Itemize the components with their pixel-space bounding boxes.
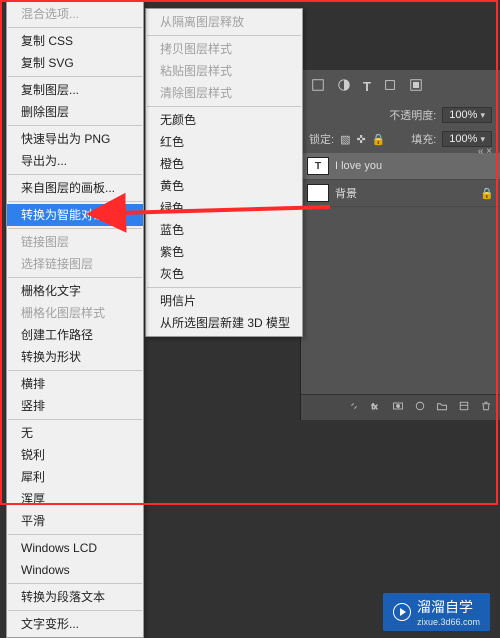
menu-item[interactable]: Windows LCD xyxy=(7,537,143,559)
menu-item[interactable]: 灰色 xyxy=(146,263,302,285)
menu-separator xyxy=(8,76,142,77)
menu-item[interactable]: 黄色 xyxy=(146,175,302,197)
menu-item[interactable]: 红色 xyxy=(146,131,302,153)
lock-label: 锁定: xyxy=(309,131,334,147)
menu-item[interactable]: Windows xyxy=(7,559,143,581)
layer-thumb-text-icon: T xyxy=(307,157,329,175)
menu-item[interactable]: 转换为段落文本 xyxy=(7,586,143,608)
lock-all-icon[interactable]: ▧ xyxy=(340,133,350,146)
menu-item[interactable]: 明信片 xyxy=(146,290,302,312)
menu-separator xyxy=(8,277,142,278)
layer-style-icon[interactable]: fx xyxy=(370,400,382,415)
layers-panel: « × T 不透明度: 100% ▾ 锁定: ▧ ✜ 🔒 填充: 100% ▾ … xyxy=(300,70,500,420)
menu-item[interactable]: 橙色 xyxy=(146,153,302,175)
group-icon[interactable] xyxy=(436,400,448,415)
menu-item: 栅格化图层样式 xyxy=(7,302,143,324)
opacity-input[interactable]: 100% ▾ xyxy=(442,107,492,123)
menu-item: 从隔离图层释放 xyxy=(146,11,302,33)
menu-item[interactable]: 删除图层 xyxy=(7,101,143,123)
menu-item: 清除图层样式 xyxy=(146,82,302,104)
menu-item: 混合选项... xyxy=(7,3,143,25)
delete-layer-icon[interactable] xyxy=(480,400,492,415)
adjustment-layer-icon[interactable] xyxy=(414,400,426,415)
layer-thumb-icon xyxy=(307,184,329,202)
fill-row: 锁定: ▧ ✜ 🔒 填充: 100% ▾ xyxy=(301,127,500,151)
menu-separator xyxy=(8,228,142,229)
menu-separator xyxy=(8,419,142,420)
menu-item[interactable]: 转换为智能对象 xyxy=(7,204,143,226)
watermark-text: 溜溜自学 xyxy=(417,599,473,615)
menu-item[interactable]: 绿色 xyxy=(146,197,302,219)
link-layers-icon[interactable] xyxy=(348,400,360,415)
menu-item[interactable]: 文字变形... xyxy=(7,613,143,635)
opacity-label: 不透明度: xyxy=(389,107,436,123)
lock-indicator-icon: 🔒 xyxy=(480,187,494,200)
filter-pixel-icon[interactable] xyxy=(311,78,325,95)
watermark: 溜溜自学 zixue.3d66.com xyxy=(383,593,490,631)
menu-item[interactable]: 复制 CSS xyxy=(7,30,143,52)
menu-item[interactable]: 平滑 xyxy=(7,510,143,532)
layer-row[interactable]: T I love you xyxy=(301,153,500,180)
menu-item: 选择链接图层 xyxy=(7,253,143,275)
menu-separator xyxy=(147,35,301,36)
menu-item[interactable]: 创建工作路径 xyxy=(7,324,143,346)
menu-separator xyxy=(147,287,301,288)
layer-name: 背景 xyxy=(335,185,357,201)
filter-adjust-icon[interactable] xyxy=(337,78,351,95)
menu-item[interactable]: 复制 SVG xyxy=(7,52,143,74)
menu-item[interactable]: 蓝色 xyxy=(146,219,302,241)
menu-separator xyxy=(8,610,142,611)
new-layer-icon[interactable] xyxy=(458,400,470,415)
menu-separator xyxy=(147,106,301,107)
filter-text-icon[interactable]: T xyxy=(363,79,371,94)
menu-item[interactable]: 横排 xyxy=(7,373,143,395)
layer-mask-icon[interactable] xyxy=(392,400,404,415)
menu-item: 链接图层 xyxy=(7,231,143,253)
menu-item[interactable]: 导出为... xyxy=(7,150,143,172)
menu-separator xyxy=(8,534,142,535)
menu-separator xyxy=(8,27,142,28)
layer-filter-toolbar: T xyxy=(301,70,500,103)
menu-item[interactable]: 来自图层的画板... xyxy=(7,177,143,199)
menu-item: 粘贴图层样式 xyxy=(146,60,302,82)
lock-icon[interactable]: 🔒 xyxy=(372,133,386,146)
layers-panel-footer: fx xyxy=(301,394,500,420)
filter-smart-icon[interactable] xyxy=(409,78,423,95)
context-menu: 混合选项... 复制 CSS复制 SVG 复制图层...删除图层快速导出为 PNG导… xyxy=(6,0,144,638)
menu-item[interactable]: 锐利 xyxy=(7,444,143,466)
menu-item[interactable]: 复制图层... xyxy=(7,79,143,101)
filter-shape-icon[interactable] xyxy=(383,78,397,95)
menu-separator xyxy=(8,174,142,175)
watermark-url: zixue.3d66.com xyxy=(417,617,480,627)
menu-item[interactable]: 竖排 xyxy=(7,395,143,417)
fill-label: 填充: xyxy=(411,131,436,147)
menu-item[interactable]: 无颜色 xyxy=(146,109,302,131)
menu-item: 拷贝图层样式 xyxy=(146,38,302,60)
lock-position-icon[interactable]: ✜ xyxy=(356,133,365,146)
fill-input[interactable]: 100% ▾ xyxy=(442,131,492,147)
menu-item[interactable]: 转换为形状 xyxy=(7,346,143,368)
menu-item[interactable]: 犀利 xyxy=(7,466,143,488)
play-icon xyxy=(393,603,411,621)
menu-item[interactable]: 无 xyxy=(7,422,143,444)
menu-item[interactable]: 快速导出为 PNG xyxy=(7,128,143,150)
menu-item[interactable]: 栅格化文字 xyxy=(7,280,143,302)
svg-text:fx: fx xyxy=(372,402,378,411)
layers-list: T I love you 背景 🔒 xyxy=(301,151,500,207)
menu-item[interactable]: 浑厚 xyxy=(7,488,143,510)
context-submenu: 从隔离图层释放拷贝图层样式粘贴图层样式清除图层样式无颜色红色橙色黄色绿色蓝色紫色… xyxy=(145,8,303,337)
menu-separator xyxy=(8,583,142,584)
menu-separator xyxy=(8,370,142,371)
menu-separator xyxy=(8,125,142,126)
panel-collapse-icon[interactable]: « × xyxy=(478,146,492,157)
menu-separator xyxy=(8,201,142,202)
layer-name: I love you xyxy=(335,160,382,172)
menu-item[interactable]: 紫色 xyxy=(146,241,302,263)
menu-item[interactable]: 从所选图层新建 3D 模型 xyxy=(146,312,302,334)
layer-row[interactable]: 背景 🔒 xyxy=(301,180,500,207)
opacity-row: 不透明度: 100% ▾ xyxy=(301,103,500,127)
